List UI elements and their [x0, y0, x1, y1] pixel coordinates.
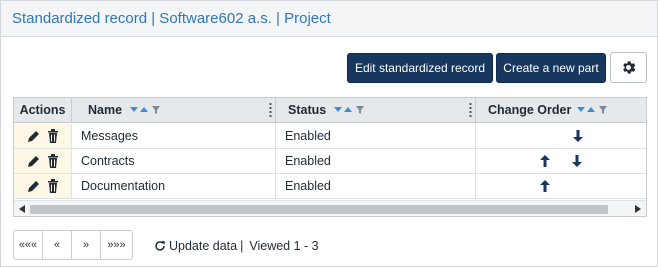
column-header-actions: Actions: [14, 98, 72, 123]
trash-icon[interactable]: [47, 129, 59, 143]
update-data-link[interactable]: Update data: [169, 239, 237, 253]
pencil-icon[interactable]: [27, 179, 41, 193]
scroll-right-icon[interactable]: [633, 204, 643, 214]
sort-filter-icon[interactable]: [130, 105, 162, 115]
standardized-record-panel: Standardized record | Software602 a.s. |…: [0, 0, 658, 267]
row-actions: [14, 174, 72, 199]
grid-status: Update data | Viewed 1 - 3: [154, 239, 319, 253]
refresh-icon[interactable]: [154, 240, 166, 252]
arrow-up-icon[interactable]: [540, 180, 550, 192]
column-resize-handle[interactable]: [269, 103, 272, 117]
cell-change-order: [476, 149, 646, 174]
cell-status: Enabled: [276, 174, 476, 199]
create-new-part-button[interactable]: Create a new part: [496, 53, 606, 83]
pagination: ««« « » »»»: [13, 230, 133, 260]
column-header-name[interactable]: Name: [72, 98, 276, 123]
cell-change-order: [476, 124, 646, 149]
cell-name: Documentation: [72, 174, 276, 199]
settings-button[interactable]: [610, 52, 647, 83]
column-header-status[interactable]: Status: [276, 98, 476, 123]
page-title: Standardized record | Software602 a.s. |…: [12, 10, 331, 27]
arrow-down-icon[interactable]: [572, 155, 582, 167]
scrollbar-thumb[interactable]: [30, 205, 608, 214]
viewed-count: Viewed 1 - 3: [249, 239, 319, 253]
row-actions: [14, 149, 72, 174]
arrow-up-icon[interactable]: [540, 155, 550, 167]
last-page-button[interactable]: »»»: [101, 231, 132, 259]
pencil-icon[interactable]: [27, 129, 41, 143]
cell-status: Enabled: [276, 124, 476, 149]
cell-change-order: [476, 174, 646, 199]
horizontal-scrollbar[interactable]: [14, 200, 646, 216]
column-resize-handle[interactable]: [469, 103, 472, 117]
panel-header: Standardized record | Software602 a.s. |…: [1, 1, 657, 37]
arrow-down-icon[interactable]: [573, 130, 583, 142]
trash-icon[interactable]: [47, 154, 59, 168]
separator: |: [240, 239, 244, 253]
sort-filter-icon[interactable]: [334, 105, 366, 115]
previous-page-button[interactable]: «: [43, 231, 72, 259]
cell-name: Contracts: [72, 149, 276, 174]
gear-icon: [620, 59, 637, 76]
column-header-change-order[interactable]: Change Order: [476, 98, 646, 123]
edit-standardized-record-button[interactable]: Edit standardized record: [347, 53, 493, 83]
next-page-button[interactable]: »: [72, 231, 101, 259]
cell-status: Enabled: [276, 149, 476, 174]
pencil-icon[interactable]: [27, 154, 41, 168]
row-actions: [14, 124, 72, 149]
scroll-left-icon[interactable]: [17, 204, 27, 214]
trash-icon[interactable]: [47, 179, 59, 193]
parts-grid: Actions Name Status Change Order Message…: [13, 97, 647, 217]
first-page-button[interactable]: «««: [14, 231, 43, 259]
cell-name: Messages: [72, 124, 276, 149]
sort-filter-icon[interactable]: [577, 105, 609, 115]
